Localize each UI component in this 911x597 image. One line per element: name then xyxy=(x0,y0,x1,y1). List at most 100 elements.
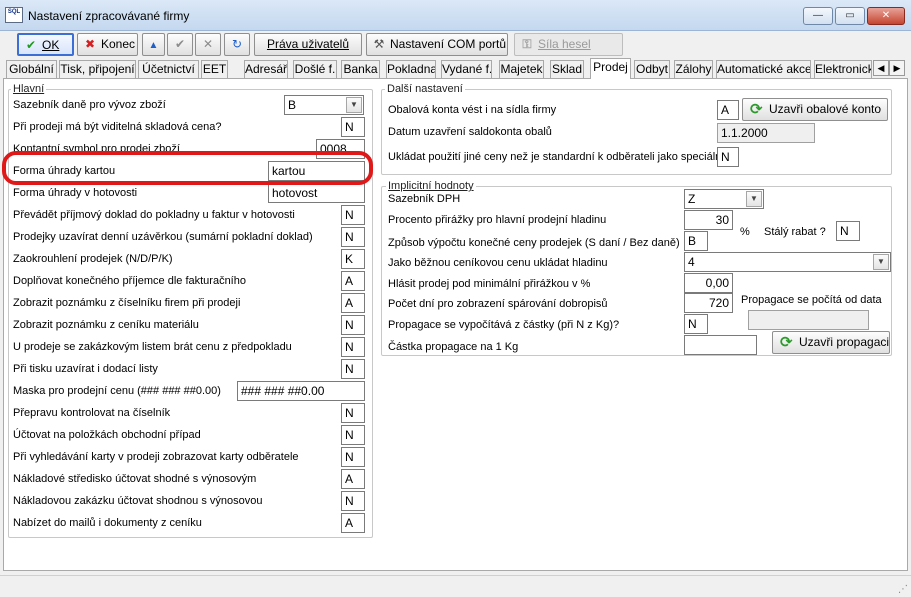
checkmark-icon: ✔ xyxy=(25,38,37,52)
tab-pokladna[interactable]: Pokladna xyxy=(386,60,436,78)
viditelna-skladova-cena-field[interactable]: N xyxy=(341,117,365,137)
tab-vydane-f[interactable]: Vydané f. xyxy=(441,60,492,78)
staly-rabat-field[interactable]: N xyxy=(836,221,860,241)
tab-banka[interactable]: Banka xyxy=(341,60,380,78)
zaokrouhleni-field[interactable]: K xyxy=(341,249,365,269)
datum-uzavreni-field[interactable]: 1.1.2000 xyxy=(717,123,815,143)
propagace-od-data-field[interactable] xyxy=(748,310,869,330)
sila-hesel-button[interactable]: ⚿ Síla hesel xyxy=(514,33,623,56)
label-propagace-od-data: Propagace se počítá od data xyxy=(741,294,882,306)
label-zakazkovy-list: U prodeje se zakázkovým listem brát cenu… xyxy=(13,341,292,353)
sazebnik-vyvoz-combo[interactable]: B ▼ xyxy=(284,95,364,115)
hlavni-group-title: Hlavní xyxy=(11,83,47,95)
refresh-icon: ↻ xyxy=(231,37,243,51)
tab-zalohy[interactable]: Zálohy xyxy=(674,60,713,78)
sazebnik-dph-combo[interactable]: Z ▼ xyxy=(684,189,764,209)
tab-globalni[interactable]: Globální xyxy=(6,60,57,78)
nastaveni-com-portu-button[interactable]: ⚒ Nastavení COM portů xyxy=(366,33,508,56)
poznamka-firem-field[interactable]: A xyxy=(341,293,365,313)
tab-eet[interactable]: EET xyxy=(201,60,228,78)
ok-button[interactable]: ✔ OK xyxy=(17,33,74,56)
label-staly-rabat: Stálý rabat ? xyxy=(764,226,826,238)
tab-prodej[interactable]: Prodej xyxy=(590,58,631,79)
lock-people-icon: ⚿ xyxy=(522,37,532,51)
jine-ceny-field[interactable]: N xyxy=(717,147,739,167)
label-pocet-dni: Počet dní pro zobrazení spárování dobrop… xyxy=(388,298,608,310)
procento-prirazky-field[interactable]: 30 xyxy=(684,210,733,230)
prevadet-prijmovy-field[interactable]: N xyxy=(341,205,365,225)
tab-elektronicke[interactable]: Elektronick xyxy=(814,60,872,78)
tab-odbyt[interactable]: Odbyt xyxy=(634,60,670,78)
uzavri-propagaci-button[interactable]: ⟳ Uzavři propagaci xyxy=(772,331,890,354)
label-sazebnik-vyvoz: Sazebník daně pro vývoz zboží xyxy=(13,99,166,111)
konecny-prijemce-field[interactable]: A xyxy=(341,271,365,291)
konec-button[interactable]: ✖ Konec xyxy=(77,33,138,56)
dalsi-nastaveni-title: Další nastavení xyxy=(385,83,465,95)
poznamka-ceniku-field[interactable]: N xyxy=(341,315,365,335)
prava-uzivatelu-button[interactable]: Práva uživatelů xyxy=(254,33,362,56)
tab-automaticke-akce[interactable]: Automatické akce xyxy=(716,60,811,78)
forma-uhrady-hotovost-field[interactable]: hotovost xyxy=(268,183,365,203)
confirm-button[interactable]: ✔ xyxy=(167,33,193,56)
propagace-castka-field[interactable]: N xyxy=(684,314,708,334)
nakladova-zakazka-field[interactable]: N xyxy=(341,491,365,511)
tools-icon: ⚒ xyxy=(373,37,385,51)
label-sazebnik-dph: Sazebník DPH xyxy=(388,193,461,205)
sazebnik-dph-value: Z xyxy=(688,192,696,206)
tab-scroll-left-icon[interactable]: ◀ xyxy=(873,60,889,76)
karty-odberatele-field[interactable]: N xyxy=(341,447,365,467)
triangle-up-icon: ▲ xyxy=(148,40,159,51)
label-nabizet-do-mailu: Nabízet do mailů i dokumenty z ceníku xyxy=(13,517,202,529)
nakladove-stredisko-field[interactable]: A xyxy=(341,469,365,489)
preprava-ciselnik-field[interactable]: N xyxy=(341,403,365,423)
hlasit-prodej-field[interactable]: 0,00 xyxy=(684,273,733,293)
move-up-button[interactable]: ▲ xyxy=(142,33,165,56)
nabizet-do-mailu-field[interactable]: A xyxy=(341,513,365,533)
chevron-down-icon[interactable]: ▼ xyxy=(746,191,762,207)
tab-bar: Globální Tisk, připojení Účetnictví EET … xyxy=(0,58,911,79)
label-maska-prodejni-ceny: Maska pro prodejní cenu (### ### ##0.00) xyxy=(13,385,221,397)
uzavri-obalove-konto-button[interactable]: ⟳ Uzavři obalové konto xyxy=(742,98,888,121)
tab-majetek[interactable]: Majetek xyxy=(499,60,544,78)
chevron-down-icon[interactable]: ▼ xyxy=(873,254,889,270)
tisk-dodaci-listy-field[interactable]: N xyxy=(341,359,365,379)
app-logo-icon: SQL xyxy=(5,7,23,23)
maximize-button[interactable]: ▭ xyxy=(835,7,865,25)
tab-tisk-pripojeni[interactable]: Tisk, připojení xyxy=(59,60,136,78)
label-nakladove-stredisko: Nákladové středisko účtovat shodné s výn… xyxy=(13,473,257,485)
tab-sklad[interactable]: Sklad xyxy=(550,60,584,78)
label-karty-odberatele: Při vyhledávání karty v prodeji zobrazov… xyxy=(13,451,299,463)
label-prodejky-uzaverka: Prodejky uzavírat denní uzávěrkou (sumár… xyxy=(13,231,313,243)
maska-prodejni-ceny-field[interactable]: ### ### ##0.00 xyxy=(237,381,365,401)
tab-ucetnictvi[interactable]: Účetnictví xyxy=(138,60,199,78)
refresh-green-icon: ⟳ xyxy=(780,334,793,351)
close-window-button[interactable]: ✕ xyxy=(867,7,905,25)
cancel-button[interactable]: ✕ xyxy=(195,33,221,56)
uzavri-propagaci-label: Uzavři propagaci xyxy=(799,335,890,349)
label-nakladova-zakazka: Nákladovou zakázku účtovat shodnou s výn… xyxy=(13,495,263,507)
zakazkovy-list-field[interactable]: N xyxy=(341,337,365,357)
implicitni-hodnoty-title: Implicitní hodnoty xyxy=(386,180,476,192)
status-bar: ⋰ xyxy=(0,575,911,597)
minimize-button[interactable]: — xyxy=(803,7,833,25)
zpusob-vypoctu-field[interactable]: B xyxy=(684,231,708,251)
prodejky-uzaverka-field[interactable]: N xyxy=(341,227,365,247)
konec-button-label: Konec xyxy=(101,37,136,51)
tab-dosle-f[interactable]: Došlé f. xyxy=(293,60,337,78)
castka-propagace-field[interactable] xyxy=(684,335,757,355)
nastaveni-com-label: Nastavení COM portů xyxy=(390,37,507,51)
window-title: Nastavení zpracovávané firmy xyxy=(28,9,190,23)
tab-adresar[interactable]: Adresář xyxy=(244,60,288,78)
tab-scroll-right-icon[interactable]: ▶ xyxy=(889,60,905,76)
label-forma-uhrady-hotovost: Forma úhrady v hotovosti xyxy=(13,187,138,199)
resize-grip-icon[interactable]: ⋰ xyxy=(898,584,908,595)
label-viditelna-skladova-cena: Při prodeji má být viditelná skladová ce… xyxy=(13,121,222,133)
red-highlight-annotation xyxy=(2,151,373,185)
chevron-down-icon[interactable]: ▼ xyxy=(346,97,362,113)
obalova-konta-field[interactable]: A xyxy=(717,100,739,120)
refresh-button[interactable]: ↻ xyxy=(224,33,250,56)
label-obalova-konta: Obalová konta vést i na sídla firmy xyxy=(388,104,557,116)
pocet-dni-field[interactable]: 720 xyxy=(684,293,733,313)
obchodni-pripad-field[interactable]: N xyxy=(341,425,365,445)
hladina-combo[interactable]: 4 ▼ xyxy=(684,252,891,272)
